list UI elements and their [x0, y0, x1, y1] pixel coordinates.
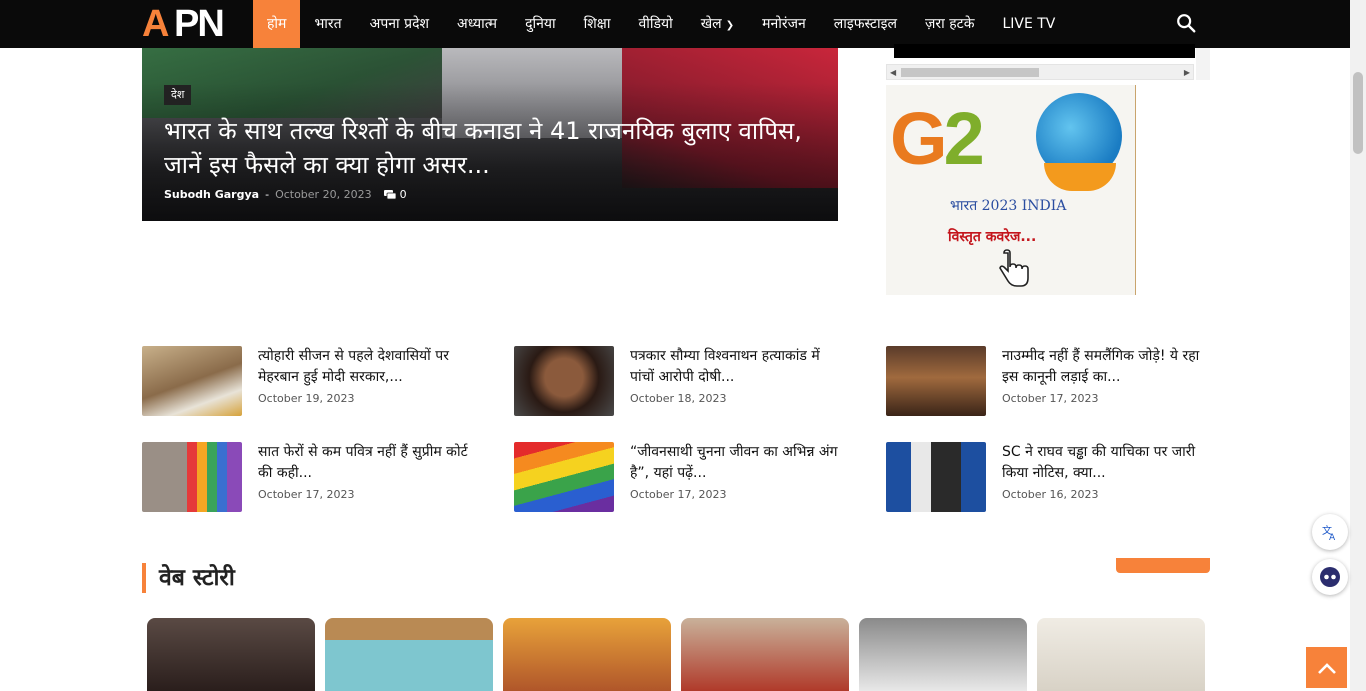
- logo-letters-pn: PN: [174, 3, 225, 45]
- chevron-up-icon: [1317, 662, 1336, 674]
- g20-coverage-text: विस्तृत कवरेज...: [948, 229, 1037, 245]
- news-title[interactable]: “जीवनसाथी चुनना जीवन का अभिन्न अंग है”, …: [630, 442, 840, 484]
- nav-item-video[interactable]: वीडियो: [624, 0, 686, 48]
- news-thumbnail[interactable]: [514, 442, 614, 512]
- scroll-left-icon[interactable]: ◀: [890, 68, 896, 77]
- hero-article[interactable]: देश भारत के साथ तल्ख रिश्तों के बीच कनाड…: [142, 48, 838, 221]
- web-story-card[interactable]: [325, 618, 493, 691]
- news-date: October 17, 2023: [630, 488, 727, 501]
- ad-frame-scroll-gutter: [1196, 48, 1210, 80]
- nav-item-khel[interactable]: खेल ❯: [687, 0, 748, 48]
- nav-item-duniya[interactable]: दुनिया: [511, 0, 570, 48]
- news-item[interactable]: “जीवनसाथी चुनना जीवन का अभिन्न अंग है”, …: [514, 442, 844, 512]
- chevron-down-icon: ❯: [725, 20, 735, 31]
- g20-letter-g: G: [890, 97, 948, 180]
- web-story-card[interactable]: [147, 618, 315, 691]
- web-story-more-button[interactable]: [1116, 558, 1210, 573]
- g20-digit-2: 2: [943, 97, 985, 180]
- g20-year-text: भारत 2023 INDIA: [950, 198, 1067, 214]
- nav-item-khel-label: खेल: [700, 16, 722, 32]
- nav-item-zara-hatke[interactable]: ज़रा हटके: [911, 0, 988, 48]
- hero-comment-count: 0: [399, 188, 407, 201]
- news-date: October 19, 2023: [258, 392, 355, 405]
- search-icon[interactable]: [1175, 12, 1197, 34]
- nav-item-manoranjan[interactable]: मनोरंजन: [748, 0, 820, 48]
- web-story-card[interactable]: [503, 618, 671, 691]
- hero-meta: Subodh Gargya - October 20, 2023 0: [164, 188, 407, 202]
- scroll-right-icon[interactable]: ▶: [1184, 68, 1190, 77]
- news-item[interactable]: त्योहारी सीजन से पहले देशवासियों पर मेहर…: [142, 346, 472, 416]
- g20-banner-ad[interactable]: G2 भारत 2023 INDIA विस्तृत कवरेज...: [886, 85, 1136, 295]
- ad-frame-top: [894, 44, 1195, 58]
- hero-comments[interactable]: 0: [383, 188, 407, 202]
- nav-item-live-tv[interactable]: LIVE TV: [988, 0, 1069, 48]
- nav-item-shiksha[interactable]: शिक्षा: [570, 0, 625, 48]
- translate-button[interactable]: 文A: [1312, 514, 1348, 550]
- scrollbar-thumb[interactable]: [1353, 72, 1363, 154]
- news-item[interactable]: नाउम्मीद नहीं हैं समलैंगिक जोड़े! ये रहा…: [886, 346, 1216, 416]
- assistant-button[interactable]: [1312, 559, 1348, 595]
- logo-letter-a: A: [142, 3, 169, 45]
- assistant-icon: [1320, 567, 1340, 587]
- news-thumbnail[interactable]: [142, 346, 242, 416]
- news-date: October 18, 2023: [630, 392, 727, 405]
- ad-horizontal-scrollbar[interactable]: ◀ ▶: [886, 64, 1194, 80]
- hero-meta-separator: -: [265, 188, 270, 201]
- g20-logo-text: G2: [890, 91, 985, 187]
- news-thumbnail[interactable]: [142, 442, 242, 512]
- hero-title[interactable]: भारत के साथ तल्ख रिश्तों के बीच कनाडा ने…: [164, 114, 814, 182]
- news-title[interactable]: पत्रकार सौम्या विश्वनाथन हत्याकांड में प…: [630, 346, 840, 388]
- news-thumbnail[interactable]: [886, 442, 986, 512]
- news-thumbnail[interactable]: [514, 346, 614, 416]
- web-story-heading: वेब स्टोरी: [142, 563, 442, 593]
- nav-item-apna-pradesh[interactable]: अपना प्रदेश: [356, 0, 443, 48]
- news-title[interactable]: SC ने राघव चड्ढा की याचिका पर जारी किया …: [1002, 442, 1212, 484]
- svg-text:A: A: [1329, 533, 1336, 541]
- news-title[interactable]: नाउम्मीद नहीं हैं समलैंगिक जोड़े! ये रहा…: [1002, 346, 1212, 388]
- web-story-card[interactable]: [681, 618, 849, 691]
- news-date: October 17, 2023: [1002, 392, 1099, 405]
- nav-item-lifestyle[interactable]: लाइफस्टाइल: [820, 0, 911, 48]
- nav-item-bharat[interactable]: भारत: [300, 0, 355, 48]
- top-navbar: A PN होम भारत अपना प्रदेश अध्यात्म दुनिय…: [0, 0, 1350, 48]
- news-date: October 16, 2023: [1002, 488, 1099, 501]
- web-story-card[interactable]: [1037, 618, 1205, 691]
- translate-icon: 文A: [1322, 524, 1336, 541]
- page-scrollbar[interactable]: [1350, 0, 1366, 691]
- news-item[interactable]: सात फेरों से कम पवित्र नहीं हैं सुप्रीम …: [142, 442, 472, 512]
- lotus-icon: [1044, 163, 1116, 191]
- main-nav: होम भारत अपना प्रदेश अध्यात्म दुनिया शिक…: [253, 0, 1069, 48]
- news-item[interactable]: SC ने राघव चड्ढा की याचिका पर जारी किया …: [886, 442, 1216, 512]
- news-title[interactable]: त्योहारी सीजन से पहले देशवासियों पर मेहर…: [258, 346, 468, 388]
- web-story-title: वेब स्टोरी: [159, 565, 235, 591]
- scroll-to-top-button[interactable]: [1306, 647, 1347, 688]
- nav-item-home[interactable]: होम: [253, 0, 301, 48]
- pointing-hand-icon: [999, 249, 1029, 287]
- news-item[interactable]: पत्रकार सौम्या विश्वनाथन हत्याकांड में प…: [514, 346, 844, 416]
- hero-date: October 20, 2023: [275, 188, 372, 201]
- site-logo[interactable]: A PN: [142, 4, 236, 44]
- hero-category-badge[interactable]: देश: [164, 85, 192, 105]
- comment-icon: [383, 190, 396, 200]
- ad-scrollbar-thumb[interactable]: [901, 68, 1039, 77]
- news-title[interactable]: सात फेरों से कम पवित्र नहीं हैं सुप्रीम …: [258, 442, 468, 484]
- hero-author[interactable]: Subodh Gargya: [164, 188, 259, 202]
- news-date: October 17, 2023: [258, 488, 355, 501]
- nav-item-adhyatm[interactable]: अध्यात्म: [443, 0, 511, 48]
- web-story-card[interactable]: [859, 618, 1027, 691]
- news-thumbnail[interactable]: [886, 346, 986, 416]
